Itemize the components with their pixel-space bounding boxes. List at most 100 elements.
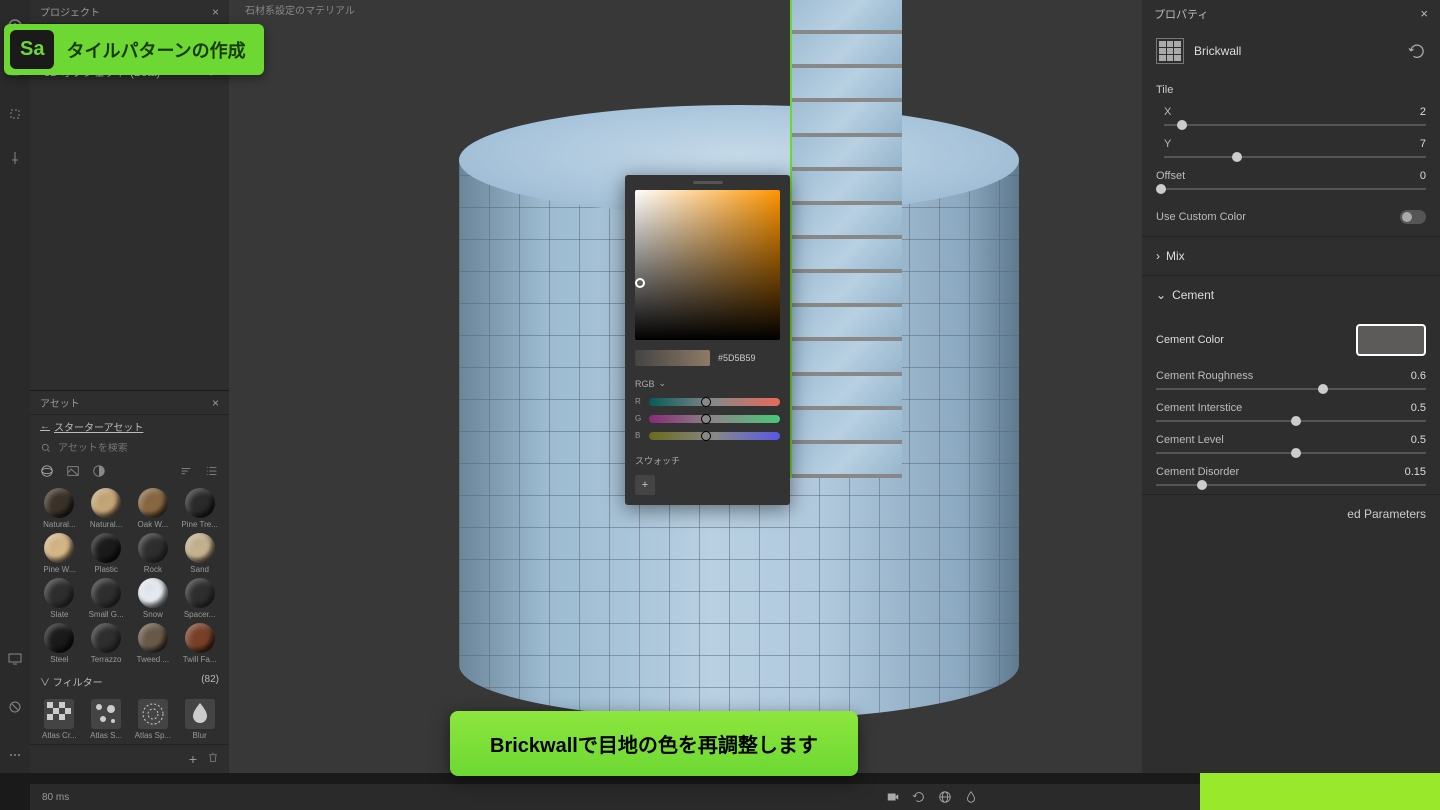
asset-item[interactable]: Sand	[178, 533, 221, 574]
asset-item[interactable]: Natural...	[85, 488, 128, 529]
sort-icon[interactable]	[179, 464, 193, 478]
material-name: Brickwall	[1194, 44, 1398, 58]
assets-panel: アセット × ← スターターアセット Natural...Natural...O…	[30, 390, 229, 773]
left-toolbar	[0, 0, 30, 773]
color-mode-select[interactable]: RGB ⌄	[635, 378, 780, 389]
filter-item[interactable]: Atlas Cr...	[38, 699, 81, 740]
roughness-value[interactable]: 0.6	[1411, 370, 1426, 382]
assets-panel-header: アセット ×	[30, 391, 229, 415]
app-badge: Sa	[10, 30, 54, 69]
asset-item[interactable]: Oak W...	[132, 488, 175, 529]
level-slider[interactable]	[1156, 452, 1426, 454]
offset-slider[interactable]	[1156, 188, 1426, 190]
asset-search-input[interactable]	[58, 443, 219, 454]
refresh-icon[interactable]	[912, 790, 926, 804]
tutorial-title: タイルパターンの作成	[66, 37, 245, 63]
drag-handle-icon[interactable]	[693, 181, 723, 184]
interstice-value[interactable]: 0.5	[1411, 402, 1426, 414]
cement-color-label: Cement Color	[1156, 334, 1224, 346]
viewport-tab[interactable]: 石材系設定のマテリアル	[239, 0, 361, 19]
add-asset-icon[interactable]: +	[189, 751, 197, 767]
disorder-value[interactable]: 0.15	[1405, 466, 1426, 478]
filter-section[interactable]: ∨ フィルター (82)	[30, 668, 229, 695]
pin-icon[interactable]	[7, 150, 23, 166]
tile-x-value[interactable]: 2	[1420, 106, 1426, 118]
custom-color-label: Use Custom Color	[1156, 211, 1246, 223]
hex-gradient[interactable]	[635, 350, 710, 366]
render-time: 80 ms	[42, 792, 69, 803]
level-value[interactable]: 0.5	[1411, 434, 1426, 446]
project-label: プロジェクト	[40, 4, 100, 19]
more-icon[interactable]	[7, 747, 23, 763]
camera-icon[interactable]	[886, 790, 900, 804]
color-picker-area[interactable]	[635, 190, 780, 340]
asset-item[interactable]: Rock	[132, 533, 175, 574]
properties-panel: プロパティ × Brickwall Tile X2 Y7 Offset0 Use…	[1142, 0, 1440, 773]
tile-preview-strip	[790, 0, 902, 478]
sphere-view-icon[interactable]	[40, 464, 54, 478]
filter-item[interactable]: Atlas S...	[85, 699, 128, 740]
status-bar: 80 ms	[30, 784, 1200, 810]
b-slider[interactable]: B	[635, 431, 780, 440]
filter-item[interactable]: Blur	[178, 699, 221, 740]
mix-section-toggle[interactable]: › Mix	[1142, 236, 1440, 275]
cement-section-toggle[interactable]: ⌄ Cement	[1142, 275, 1440, 314]
assets-label: アセット	[40, 395, 80, 410]
starter-assets-link[interactable]: ← スターターアセット	[30, 415, 229, 438]
droplet-icon[interactable]	[964, 790, 978, 804]
hex-value[interactable]: #5D5B59	[718, 353, 756, 363]
asset-item[interactable]: Steel	[38, 623, 81, 664]
disorder-slider[interactable]	[1156, 484, 1426, 486]
interstice-slider[interactable]	[1156, 420, 1426, 422]
close-icon[interactable]: ×	[1420, 6, 1428, 22]
asset-item[interactable]: Tweed ...	[132, 623, 175, 664]
filter-grid: Atlas Cr...Atlas S...Atlas Sp...Blur	[30, 695, 229, 744]
color-picker-panel[interactable]: #5D5B59 RGB ⌄ R G B スウォッチ +	[625, 175, 790, 505]
screen-icon[interactable]	[7, 651, 23, 667]
undo-icon[interactable]	[1408, 44, 1426, 58]
panel-close-icon[interactable]: ×	[212, 396, 219, 410]
asset-item[interactable]: Slate	[38, 578, 81, 619]
crop-icon[interactable]	[7, 106, 23, 122]
asset-item[interactable]: Plastic	[85, 533, 128, 574]
g-slider[interactable]: G	[635, 414, 780, 423]
custom-color-toggle[interactable]	[1400, 210, 1426, 224]
globe-icon[interactable]	[938, 790, 952, 804]
list-icon[interactable]	[205, 464, 219, 478]
asset-item[interactable]: Terrazzo	[85, 623, 128, 664]
picker-cursor[interactable]	[635, 278, 645, 288]
asset-grid: Natural...Natural...Oak W...Pine Tre...P…	[30, 484, 229, 668]
image-view-icon[interactable]	[66, 464, 80, 478]
r-slider[interactable]: R	[635, 397, 780, 406]
chevron-down-icon: ⌄	[1156, 288, 1166, 302]
extra-params-label[interactable]: ed Parameters	[1347, 507, 1426, 521]
offset-value[interactable]: 0	[1420, 170, 1426, 182]
sidebar-left: プロジェクト × 環境光 + 3D オブジェクト (Beta) + アセット ×…	[30, 0, 229, 773]
asset-item[interactable]: Snow	[132, 578, 175, 619]
asset-item[interactable]: Natural...	[38, 488, 81, 529]
asset-item[interactable]: Small G...	[85, 578, 128, 619]
filter-item[interactable]: Atlas Sp...	[132, 699, 175, 740]
trash-icon[interactable]	[207, 751, 219, 763]
tutorial-banner-bottom: Brickwallで目地の色を再調整します	[450, 711, 858, 776]
tile-x-slider[interactable]	[1164, 124, 1426, 126]
asset-item[interactable]: Spacer...	[178, 578, 221, 619]
cement-color-swatch[interactable]	[1356, 324, 1426, 356]
back-arrow-icon: ←	[40, 421, 50, 432]
tile-y-value[interactable]: 7	[1420, 138, 1426, 150]
project-panel-header: プロジェクト ×	[30, 0, 229, 24]
gradient-icon[interactable]	[92, 464, 106, 478]
search-icon	[40, 442, 52, 454]
panel-close-icon[interactable]: ×	[212, 5, 219, 19]
asset-item[interactable]: Pine Tre...	[178, 488, 221, 529]
chevron-down-icon: ⌄	[659, 378, 667, 389]
tile-y-slider[interactable]	[1164, 156, 1426, 158]
properties-label: プロパティ	[1154, 6, 1208, 22]
tutorial-caption: Brickwallで目地の色を再調整します	[490, 735, 818, 757]
link-icon[interactable]	[7, 699, 23, 715]
add-swatch-button[interactable]: +	[635, 475, 655, 495]
asset-item[interactable]: Twill Fa...	[178, 623, 221, 664]
tile-section-label: Tile	[1142, 74, 1440, 102]
roughness-slider[interactable]	[1156, 388, 1426, 390]
asset-item[interactable]: Pine W...	[38, 533, 81, 574]
